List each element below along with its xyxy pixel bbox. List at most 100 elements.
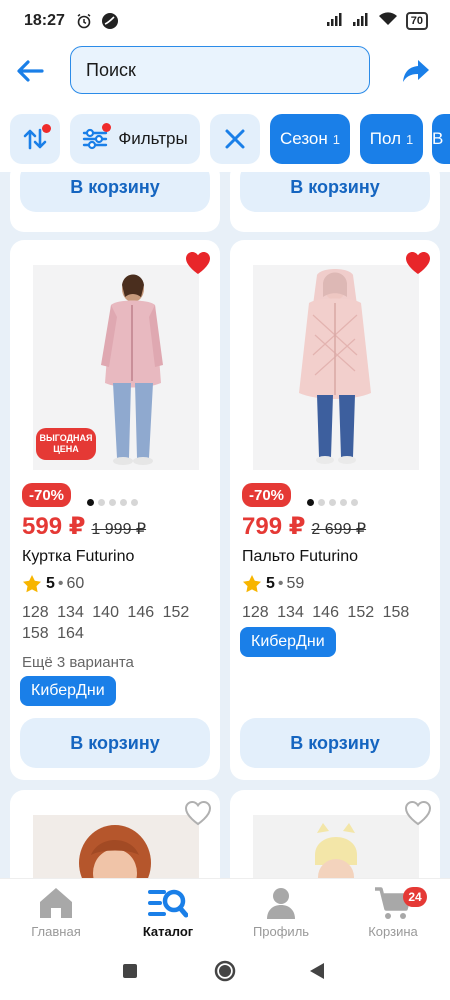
old-price: 2 699 ₽ bbox=[311, 521, 367, 538]
coat-photo-icon bbox=[253, 265, 419, 470]
filter-chip-gender-count: 1 bbox=[406, 131, 414, 147]
alarm-icon bbox=[75, 12, 93, 30]
product-card[interactable]: -70% 799 ₽ 2 699 ₽ Пальто Futurino 5 • 5… bbox=[230, 240, 440, 780]
share-arrow-icon bbox=[403, 60, 429, 82]
add-to-cart-button[interactable]: В корзину bbox=[20, 718, 210, 768]
system-navigation-bar bbox=[0, 942, 450, 1000]
home-system-button[interactable] bbox=[213, 959, 237, 983]
product-image[interactable] bbox=[33, 815, 199, 878]
search-header: Поиск bbox=[0, 42, 450, 100]
nav-cart[interactable]: 24 Корзина bbox=[337, 879, 449, 943]
more-variants-link[interactable]: Ещё 3 варианта bbox=[22, 654, 134, 671]
price: 799 ₽ bbox=[242, 513, 306, 540]
filter-chip-season-count: 1 bbox=[332, 131, 341, 147]
profile-icon bbox=[261, 885, 301, 921]
nav-catalog-label: Каталог bbox=[142, 924, 194, 939]
filter-chip-partial-label: В bbox=[432, 129, 444, 148]
sort-button[interactable] bbox=[10, 114, 60, 164]
sort-active-dot bbox=[42, 124, 51, 133]
product-card-prev-right: В корзину bbox=[230, 172, 440, 232]
carousel-dot bbox=[340, 499, 347, 506]
price-row: 799 ₽ 2 699 ₽ bbox=[242, 512, 366, 541]
square-icon bbox=[123, 964, 137, 978]
filters-active-dot bbox=[102, 123, 111, 132]
carousel-dot bbox=[87, 499, 94, 506]
favorite-heart-outline-icon[interactable] bbox=[404, 800, 432, 828]
catalog-search-icon bbox=[148, 885, 188, 921]
circle-icon bbox=[214, 960, 236, 982]
product-grid: В корзину В корзину ВЫГОДНАЯ ЦЕНА -70% 5… bbox=[0, 172, 450, 878]
old-price: 1 999 ₽ bbox=[91, 521, 147, 538]
nav-home[interactable]: Главная bbox=[0, 879, 112, 943]
recent-apps-button[interactable] bbox=[118, 959, 142, 983]
carousel-dot bbox=[318, 499, 325, 506]
product-card-next-right[interactable] bbox=[230, 790, 440, 878]
rating-score: 5 bbox=[266, 575, 275, 592]
favorite-heart-icon[interactable] bbox=[184, 250, 212, 278]
price-row: 599 ₽ 1 999 ₽ bbox=[22, 512, 146, 541]
filter-chip-season[interactable]: Сезон 1 bbox=[270, 114, 350, 164]
rating-separator: • bbox=[57, 575, 64, 592]
star-icon bbox=[243, 575, 261, 593]
size-list: 128 134 140 146 152 158 164 bbox=[22, 604, 190, 642]
review-count: 60 bbox=[66, 575, 85, 592]
filters-button[interactable]: Фильтры bbox=[70, 114, 200, 164]
product-title: Пальто Futurino bbox=[242, 548, 359, 565]
carousel-dot bbox=[120, 499, 127, 506]
price: 599 ₽ bbox=[22, 513, 86, 540]
review-count: 59 bbox=[286, 575, 305, 592]
size-list: 128 134 146 152 158 bbox=[242, 604, 410, 621]
signal-icon bbox=[326, 12, 344, 31]
promo-tag[interactable]: КиберДни bbox=[240, 627, 336, 657]
filter-chip-season-label: Сезон bbox=[279, 129, 328, 148]
carousel-dot bbox=[109, 499, 116, 506]
child-hat-photo-icon bbox=[253, 815, 419, 878]
bottom-navigation: Главная Каталог Профиль 24 Корзина bbox=[0, 878, 450, 942]
favorite-heart-outline-icon[interactable] bbox=[184, 800, 212, 828]
carousel-dot bbox=[131, 499, 138, 506]
search-placeholder: Поиск bbox=[86, 59, 136, 80]
add-to-cart-button[interactable]: В корзину bbox=[240, 172, 430, 212]
product-card-next-left[interactable] bbox=[10, 790, 220, 878]
nav-cart-label: Корзина bbox=[368, 924, 418, 939]
carousel-dot bbox=[329, 499, 336, 506]
wifi-icon bbox=[378, 11, 398, 31]
image-carousel-dots bbox=[87, 499, 138, 506]
rating-score: 5 bbox=[46, 575, 55, 592]
share-button[interactable] bbox=[400, 54, 432, 86]
filters-label: Фильтры bbox=[118, 129, 188, 148]
back-system-button[interactable] bbox=[305, 959, 329, 983]
discount-badge: -70% bbox=[22, 483, 72, 507]
rating: 5 • 59 bbox=[242, 574, 304, 594]
favorite-heart-icon[interactable] bbox=[404, 250, 432, 278]
nav-profile[interactable]: Профиль bbox=[225, 879, 337, 943]
triangle-back-icon bbox=[310, 963, 324, 979]
nav-profile-label: Профиль bbox=[252, 924, 310, 939]
filter-chip-partial[interactable]: В bbox=[432, 114, 450, 164]
rating-separator: • bbox=[277, 575, 284, 592]
discount-badge: -70% bbox=[242, 483, 292, 507]
back-button[interactable] bbox=[12, 53, 48, 89]
carousel-dot bbox=[307, 499, 314, 506]
vpn-icon bbox=[101, 12, 119, 30]
nav-catalog[interactable]: Каталог bbox=[112, 879, 224, 943]
child-photo-icon bbox=[33, 815, 199, 878]
cart-count-badge: 24 bbox=[403, 887, 427, 907]
filter-bar: Фильтры Сезон 1 Пол 1 В bbox=[0, 114, 450, 168]
promo-tag[interactable]: КиберДни bbox=[20, 676, 116, 706]
product-card[interactable]: ВЫГОДНАЯ ЦЕНА -70% 599 ₽ 1 999 ₽ Куртка … bbox=[10, 240, 220, 780]
add-to-cart-button[interactable]: В корзину bbox=[240, 718, 430, 768]
product-title: Куртка Futurino bbox=[22, 548, 135, 565]
nav-home-label: Главная bbox=[31, 924, 81, 939]
product-image[interactable] bbox=[253, 265, 419, 470]
star-icon bbox=[23, 575, 41, 593]
product-image[interactable] bbox=[253, 815, 419, 878]
product-card-prev-left: В корзину bbox=[10, 172, 220, 232]
filter-chip-gender[interactable]: Пол 1 bbox=[360, 114, 423, 164]
arrow-left-icon bbox=[17, 60, 44, 82]
search-input[interactable]: Поиск bbox=[70, 46, 370, 94]
clear-filters-button[interactable] bbox=[210, 114, 260, 164]
signal-icon-2 bbox=[352, 12, 370, 31]
add-to-cart-button[interactable]: В корзину bbox=[20, 172, 210, 212]
filter-chip-gender-label: Пол bbox=[369, 129, 401, 148]
